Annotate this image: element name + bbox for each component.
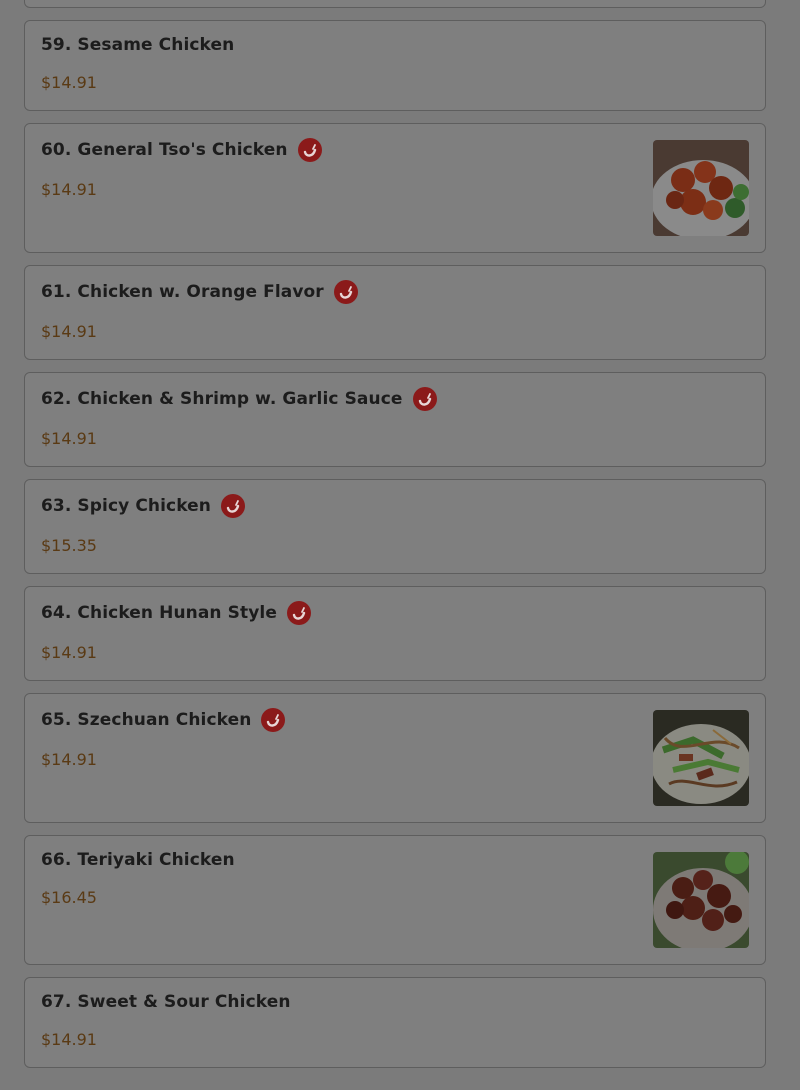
menu-item-name: 65. Szechuan Chicken <box>41 710 252 730</box>
menu-item-title-row: 62. Chicken & Shrimp w. Garlic Sauce <box>41 387 437 411</box>
menu-item-name: 62. Chicken & Shrimp w. Garlic Sauce <box>41 389 403 409</box>
menu-item-title-row: 60. General Tso's Chicken <box>41 138 322 162</box>
menu-item-name: 60. General Tso's Chicken <box>41 140 288 160</box>
menu-item-name: 59. Sesame Chicken <box>41 35 235 55</box>
menu-item-card[interactable]: 60. General Tso's Chicken $14.91 <box>24 123 766 253</box>
menu-item-name: 66. Teriyaki Chicken <box>41 850 235 870</box>
menu-item-name: 64. Chicken Hunan Style <box>41 603 277 623</box>
menu-item-card[interactable]: 61. Chicken w. Orange Flavor $14.91 <box>24 265 766 360</box>
menu-item-price: $14.91 <box>41 180 97 199</box>
menu-item-name: 67. Sweet & Sour Chicken <box>41 992 291 1012</box>
menu-item-price: $15.35 <box>41 536 97 555</box>
chili-pepper-icon <box>221 494 246 518</box>
menu-item-card[interactable]: 66. Teriyaki Chicken $16.45 <box>24 835 766 965</box>
menu-item-price: $14.91 <box>41 643 97 662</box>
menu-item-price: $14.91 <box>41 322 97 341</box>
menu-item-title-row: 61. Chicken w. Orange Flavor <box>41 280 358 304</box>
chili-pepper-icon <box>261 708 286 732</box>
menu-item-card[interactable]: 62. Chicken & Shrimp w. Garlic Sauce $14… <box>24 372 766 467</box>
menu-item-title-row: 65. Szechuan Chicken <box>41 708 286 732</box>
menu-item-price: $14.91 <box>41 750 97 769</box>
menu-item-title-row: 63. Spicy Chicken <box>41 494 246 518</box>
menu-item-card-partial[interactable] <box>24 0 766 8</box>
menu-item-card[interactable]: 67. Sweet & Sour Chicken $14.91 <box>24 977 766 1068</box>
menu-item-card[interactable]: 64. Chicken Hunan Style $14.91 <box>24 586 766 681</box>
menu-item-price: $14.91 <box>41 429 97 448</box>
menu-item-card[interactable]: 63. Spicy Chicken $15.35 <box>24 479 766 574</box>
menu-item-title-row: 59. Sesame Chicken <box>41 35 234 55</box>
menu-item-card[interactable]: 59. Sesame Chicken $14.91 <box>24 20 766 111</box>
menu-item-title-row: 66. Teriyaki Chicken <box>41 850 235 870</box>
food-photo-szechuan[interactable] <box>653 710 749 806</box>
chili-pepper-icon <box>297 138 322 162</box>
chili-pepper-icon <box>333 280 358 304</box>
menu-item-name: 63. Spicy Chicken <box>41 496 212 516</box>
food-photo-teriyaki[interactable] <box>653 852 749 948</box>
chili-pepper-icon <box>412 387 437 411</box>
menu-item-title-row: 67. Sweet & Sour Chicken <box>41 992 291 1012</box>
menu-item-price: $14.91 <box>41 1030 97 1049</box>
food-photo-general-tso[interactable] <box>653 140 749 236</box>
chili-pepper-icon <box>286 601 311 625</box>
menu-item-price: $16.45 <box>41 888 97 907</box>
menu-item-price: $14.91 <box>41 73 97 92</box>
menu-item-card[interactable]: 65. Szechuan Chicken $14.91 <box>24 693 766 823</box>
menu-item-title-row: 64. Chicken Hunan Style <box>41 601 311 625</box>
menu-item-name: 61. Chicken w. Orange Flavor <box>41 282 324 302</box>
